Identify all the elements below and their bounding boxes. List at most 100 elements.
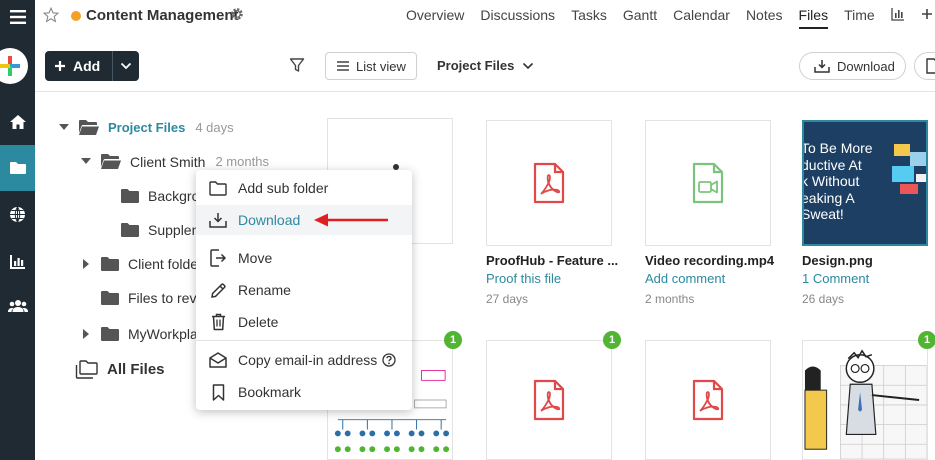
- filter-icon[interactable]: [289, 57, 305, 78]
- caret-right-icon[interactable]: [80, 259, 92, 269]
- tree-item-my-workplace[interactable]: MyWorkplac: [80, 326, 205, 342]
- list-view-label: List view: [356, 58, 406, 74]
- tree-item-supplements[interactable]: Supplen: [120, 222, 199, 238]
- move-icon: [196, 249, 238, 267]
- folders-icon: [75, 360, 99, 379]
- annotation-arrow-icon: [314, 213, 388, 227]
- tree-item-label: Client folde: [128, 256, 199, 272]
- chevron-down-icon: [523, 62, 534, 69]
- file-thumbnail[interactable]: [645, 120, 771, 246]
- tab-files[interactable]: Files: [798, 7, 828, 29]
- caret-down-icon[interactable]: [80, 158, 92, 165]
- add-dropdown-toggle[interactable]: [113, 51, 139, 81]
- menu-item-label: Download: [238, 212, 301, 228]
- home-icon[interactable]: [0, 105, 35, 139]
- star-icon[interactable]: [42, 6, 60, 28]
- folder-icon: [100, 326, 120, 342]
- chevron-down-icon: [120, 62, 132, 70]
- tab-overview[interactable]: Overview: [406, 7, 464, 24]
- comment-count-badge[interactable]: 1: [444, 331, 462, 349]
- caret-right-icon[interactable]: [80, 329, 92, 339]
- list-view-button[interactable]: List view: [325, 52, 417, 80]
- list-icon: [337, 61, 349, 71]
- file-name[interactable]: Video recording.mp4: [645, 253, 781, 268]
- design-thumb-text: To Be More ductive At k Without eaking A…: [802, 140, 873, 222]
- menu-icon[interactable]: [0, 0, 35, 34]
- menu-item-label: Move: [238, 250, 273, 266]
- tab-calendar[interactable]: Calendar: [673, 7, 730, 24]
- file-thumbnail[interactable]: [486, 340, 612, 460]
- menu-item-rename[interactable]: Rename: [196, 275, 412, 305]
- folder-selector-label: Project Files: [437, 58, 515, 73]
- comment-count-badge[interactable]: 1: [918, 331, 935, 349]
- tree-item-age: 4 days: [195, 120, 234, 135]
- folder-nav-icon[interactable]: [0, 145, 35, 191]
- folder-icon: [100, 290, 120, 306]
- download-button-label: Download: [837, 58, 895, 74]
- file-action-link[interactable]: Add comment: [645, 271, 725, 286]
- file-action-link[interactable]: Proof this file: [486, 271, 561, 286]
- tree-item-files-to-review[interactable]: Files to revi: [100, 290, 200, 306]
- tree-item-background[interactable]: Backgro: [120, 188, 199, 204]
- email-icon: [196, 352, 238, 368]
- menu-item-bookmark[interactable]: Bookmark: [196, 377, 412, 407]
- folder-icon: [120, 188, 140, 204]
- download-icon: [814, 60, 830, 73]
- project-color-dot: [71, 11, 81, 21]
- more-actions-button[interactable]: [914, 52, 935, 80]
- globe-icon[interactable]: [0, 197, 35, 231]
- left-rail: [0, 0, 35, 460]
- tab-reports-icon[interactable]: [891, 7, 905, 24]
- menu-item-move[interactable]: Move: [196, 243, 412, 273]
- project-tabs: Overview Discussions Tasks Gantt Calenda…: [406, 7, 935, 29]
- tab-notes[interactable]: Notes: [746, 7, 783, 24]
- add-button: Add: [45, 51, 139, 81]
- folder-icon: [100, 256, 120, 272]
- project-title[interactable]: Content Management: [86, 7, 239, 24]
- menu-divider: [196, 340, 412, 341]
- menu-item-add-sub-folder[interactable]: Add sub folder: [196, 173, 412, 203]
- tree-item-client-folder[interactable]: Client folde: [80, 256, 198, 272]
- people-icon[interactable]: [0, 289, 35, 323]
- tab-discussions[interactable]: Discussions: [480, 7, 555, 24]
- tree-item-label: MyWorkplac: [128, 326, 205, 342]
- tree-item-project-files[interactable]: Project Files 4 days: [58, 119, 234, 136]
- add-tab-icon[interactable]: [921, 7, 933, 24]
- file-thumbnail[interactable]: [802, 340, 928, 460]
- video-file-icon: [692, 162, 724, 204]
- pencil-icon: [196, 282, 238, 299]
- file-name[interactable]: ProofHub - Feature ...: [486, 253, 622, 268]
- tree-item-all-files[interactable]: All Files: [75, 360, 165, 379]
- file-thumbnail[interactable]: [645, 340, 771, 460]
- menu-item-label: Delete: [238, 314, 279, 330]
- reports-icon[interactable]: [0, 244, 35, 278]
- bookmark-icon: [196, 383, 238, 401]
- add-button-label: Add: [73, 58, 101, 74]
- pdf-file-icon: [533, 379, 565, 421]
- file-action-link[interactable]: 1 Comment: [802, 271, 869, 286]
- file-name[interactable]: Design.png: [802, 253, 935, 268]
- tree-item-label: Project Files: [108, 120, 186, 135]
- file-thumbnail[interactable]: To Be More ductive At k Without eaking A…: [802, 120, 928, 246]
- download-icon: [196, 212, 238, 228]
- add-main-button[interactable]: Add: [45, 51, 113, 81]
- pdf-file-icon: [692, 379, 724, 421]
- caret-down-icon[interactable]: [58, 124, 70, 131]
- folder-context-menu: Add sub folder Download Move Rename Dele…: [196, 170, 412, 410]
- download-button[interactable]: Download: [799, 52, 906, 80]
- quick-add-button[interactable]: [0, 48, 28, 84]
- menu-item-delete[interactable]: Delete: [196, 307, 412, 337]
- menu-item-copy-email-in[interactable]: Copy email-in address: [196, 345, 412, 375]
- tree-item-label: Client Smith: [130, 153, 206, 170]
- tab-time[interactable]: Time: [844, 7, 875, 24]
- file-thumbnail[interactable]: [486, 120, 612, 246]
- comment-count-badge[interactable]: 1: [603, 331, 621, 349]
- tree-item-client-smith[interactable]: Client Smith 2 months: [80, 153, 269, 170]
- gear-icon[interactable]: [230, 7, 244, 26]
- tab-tasks[interactable]: Tasks: [571, 7, 607, 24]
- help-icon[interactable]: [382, 353, 396, 367]
- tab-gantt[interactable]: Gantt: [623, 7, 657, 24]
- tree-item-label: Supplen: [148, 222, 200, 238]
- files-toolbar: Add List view Project Files Download: [35, 42, 935, 92]
- folder-selector[interactable]: Project Files: [437, 58, 534, 73]
